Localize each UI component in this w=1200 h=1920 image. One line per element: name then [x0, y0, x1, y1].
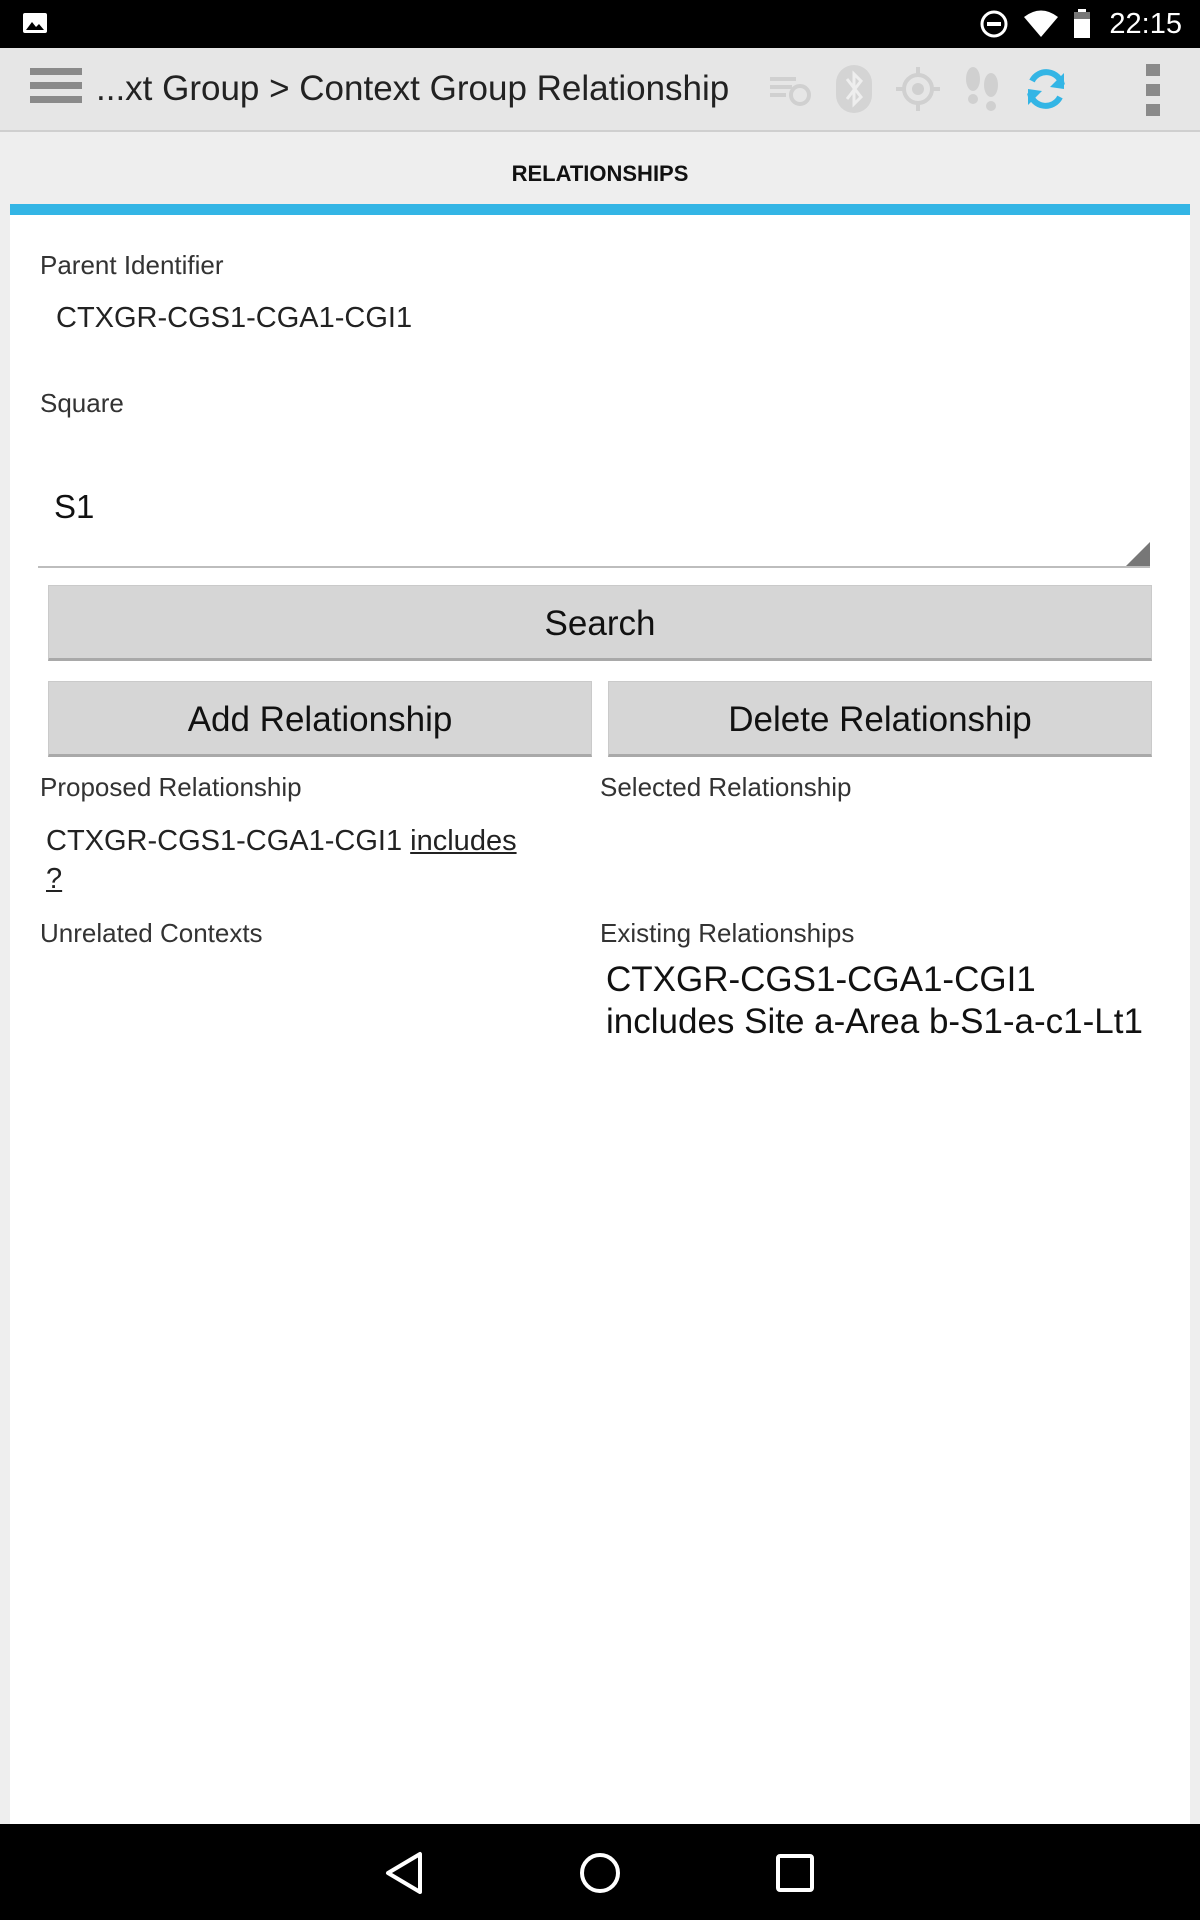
search-button[interactable]: Search — [48, 585, 1152, 661]
parent-identifier-value: CTXGR-CGS1-CGA1-CGI1 — [56, 302, 413, 334]
menu-icon[interactable] — [30, 68, 82, 110]
dropdown-triangle-icon — [1126, 542, 1150, 566]
proposed-verb-link[interactable]: includes — [410, 825, 516, 857]
recents-icon[interactable] — [770, 1848, 820, 1898]
back-icon[interactable] — [380, 1848, 430, 1898]
proposed-relationship-label: Proposed Relationship — [40, 772, 302, 802]
action-icons — [758, 60, 1078, 118]
square-spinner[interactable]: S1 — [38, 438, 1150, 568]
proposed-parent: CTXGR-CGS1-CGA1-CGI1 — [46, 825, 403, 857]
existing-relationships-list: CTXGR-CGS1-CGA1-CGI1 includes Site a-Are… — [606, 959, 1146, 1043]
gps-icon[interactable] — [886, 60, 950, 118]
proposed-child-link[interactable]: ? — [46, 863, 62, 895]
unrelated-contexts-label: Unrelated Contexts — [40, 918, 263, 948]
selected-relationship-label: Selected Relationship — [600, 772, 852, 802]
existing-relationships-label: Existing Relationships — [600, 918, 855, 948]
refresh-icon[interactable] — [1014, 60, 1078, 118]
page-title: ...xt Group > Context Group Relationship — [96, 69, 730, 108]
tab-bar: RELATIONSHIPS — [10, 132, 1190, 204]
footprints-icon[interactable] — [950, 60, 1014, 118]
proposed-relationship: CTXGR-CGS1-CGA1-CGI1 includes ? — [46, 822, 566, 898]
sync-settings-icon[interactable] — [758, 60, 822, 118]
gallery-icon — [23, 13, 47, 33]
battery-icon — [1074, 9, 1091, 38]
home-icon[interactable] — [575, 1848, 625, 1898]
navigation-bar — [0, 1824, 1200, 1920]
status-bar: 22:15 — [0, 0, 1200, 48]
square-label: Square — [40, 388, 124, 418]
bluetooth-icon[interactable] — [822, 60, 886, 118]
add-relationship-button[interactable]: Add Relationship — [48, 681, 592, 757]
do-not-disturb-icon — [980, 10, 1008, 38]
parent-identifier-label: Parent Identifier — [40, 250, 224, 280]
clock: 22:15 — [1109, 7, 1182, 40]
delete-relationship-button[interactable]: Delete Relationship — [608, 681, 1152, 757]
list-item[interactable]: CTXGR-CGS1-CGA1-CGI1 includes Site a-Are… — [606, 959, 1146, 1043]
action-bar: ...xt Group > Context Group Relationship — [0, 48, 1200, 132]
square-value: S1 — [54, 488, 95, 525]
overflow-icon[interactable] — [1146, 64, 1160, 116]
wifi-icon — [1024, 10, 1059, 37]
tab-indicator — [10, 204, 1190, 215]
